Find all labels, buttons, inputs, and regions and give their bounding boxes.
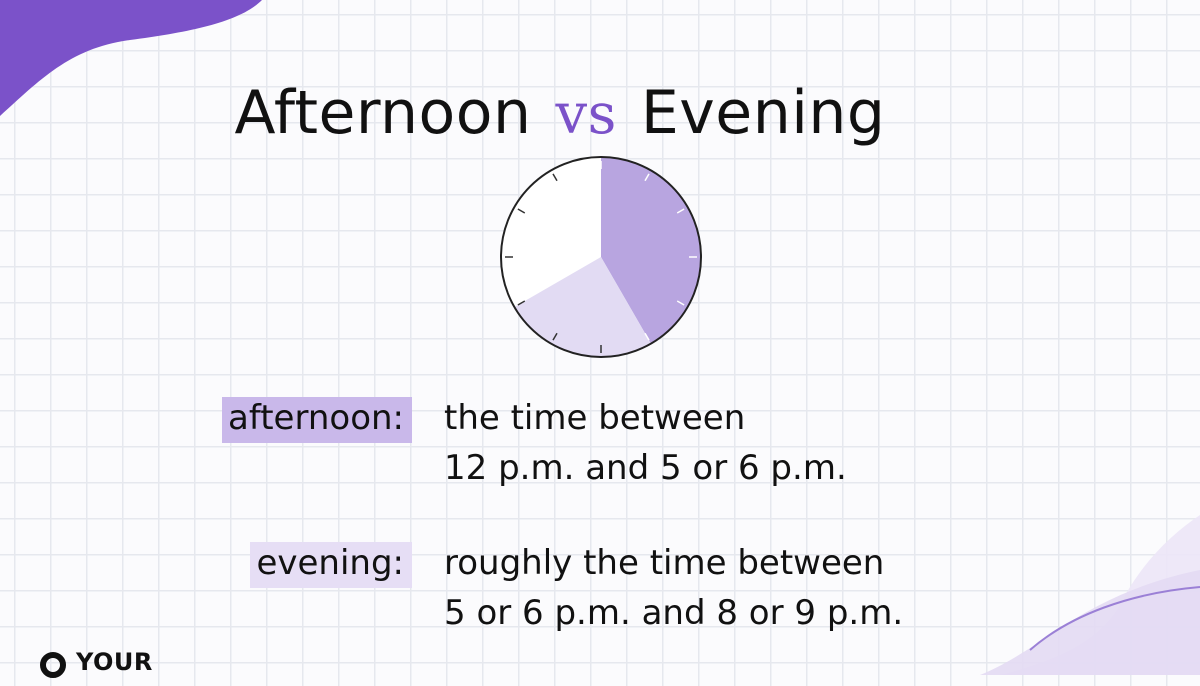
brand-logo: YOUR <box>40 646 153 686</box>
definition-evening-text: roughly the time between 5 or 6 p.m. and… <box>444 538 903 638</box>
title-afternoon: Afternoon <box>234 78 532 149</box>
title-vs: vs <box>555 82 617 148</box>
logo-mark-icon <box>40 652 66 678</box>
decorative-blob-bottom-right <box>980 515 1200 675</box>
page-title: Afternoon vs Evening <box>0 78 1120 148</box>
term-afternoon: afternoon: <box>222 397 412 443</box>
definition-evening-line2: 5 or 6 p.m. and 8 or 9 p.m. <box>444 593 904 633</box>
definition-evening-line1: roughly the time between <box>444 543 885 583</box>
definition-afternoon-line1: the time between <box>444 398 746 438</box>
term-evening: evening: <box>250 542 412 588</box>
title-evening: Evening <box>640 78 886 149</box>
clock-illustration <box>500 156 702 358</box>
logo-text: YOUR <box>76 648 153 676</box>
definition-afternoon-text: the time between 12 p.m. and 5 or 6 p.m. <box>444 393 847 493</box>
definition-afternoon-line2: 12 p.m. and 5 or 6 p.m. <box>444 448 847 488</box>
